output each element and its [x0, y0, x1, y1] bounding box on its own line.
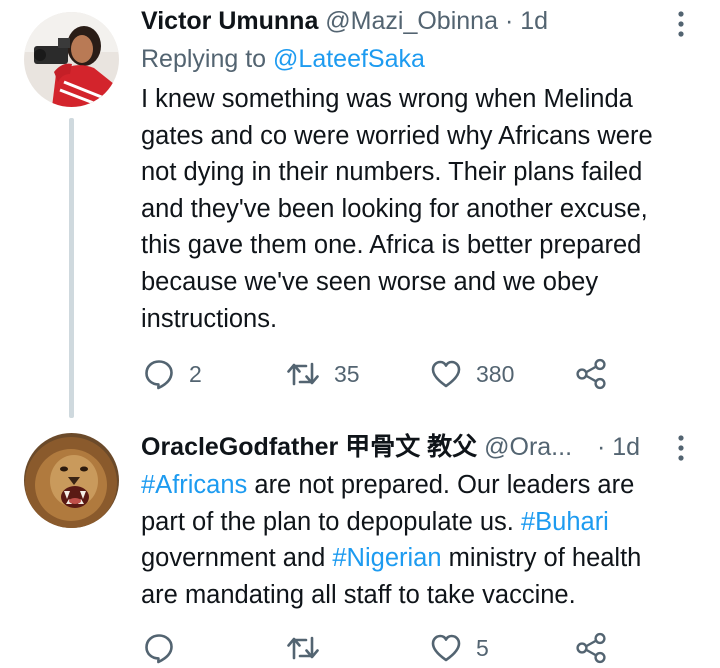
hashtag-link[interactable]: #Nigerian: [332, 544, 441, 572]
tweet-text: #Africans are not prepared. Our leaders …: [141, 467, 701, 613]
vertical-ellipsis-icon[interactable]: [677, 435, 685, 461]
lion-avatar-icon: [24, 433, 119, 528]
tweet-text-line: #Africans are not prepared. Our leaders …: [141, 467, 701, 504]
tweet-text-line: this gave them one. Africa is better pre…: [141, 231, 642, 260]
user-handle[interactable]: @Mazi_Obinna: [325, 7, 498, 35]
tweet-text-segment: ministry of health: [441, 544, 642, 573]
retweet-button[interactable]: 35: [286, 354, 360, 394]
tweet-text-segment: part of the plan to depopulate us.: [141, 507, 521, 536]
tweet-header: Victor Umunna @Mazi_Obinna · 1d: [141, 3, 680, 39]
user-handle[interactable]: @Ora...: [484, 433, 572, 461]
reply-button[interactable]: [143, 628, 189, 668]
retweet-arrows-icon: [287, 636, 319, 660]
tweet-text-line: instructions.: [141, 304, 278, 333]
hashtag-link[interactable]: #Africans: [141, 471, 247, 499]
separator-dot: ·: [504, 7, 514, 35]
retweet-count: 35: [334, 360, 360, 387]
reply-button[interactable]: 2: [143, 354, 202, 394]
tweet-text-line: part of the plan to depopulate us. #Buha…: [141, 504, 701, 541]
tweet-text-line: not dying in their numbers. Their plans …: [141, 158, 643, 187]
tweet-1[interactable]: Victor Umunna @Mazi_Obinna · 1d Replying…: [0, 0, 720, 420]
vertical-ellipsis-icon[interactable]: [677, 11, 685, 37]
tweet-text-line: I knew something was wrong when Melinda: [141, 85, 633, 113]
like-count: 5: [476, 634, 489, 661]
tweet-text-segment: government and: [141, 544, 333, 573]
display-name[interactable]: Victor Umunna: [141, 7, 318, 35]
tweet-text: I knew something was wrong when Melinda …: [141, 81, 701, 337]
like-button[interactable]: 5: [430, 628, 489, 668]
heart-outline-icon: [431, 360, 461, 388]
retweet-button[interactable]: [286, 628, 334, 668]
tweet-text-line: and they've been looking for another exc…: [141, 194, 648, 223]
tweet-header: OracleGodfather 甲骨文 教父 @Ora... · 1d: [141, 429, 680, 465]
avatar-oraclegodfather[interactable]: [24, 433, 119, 528]
hashtag-link[interactable]: #Buhari: [521, 508, 609, 536]
retweet-arrows-icon: [287, 362, 319, 386]
share-button[interactable]: [575, 628, 607, 668]
replying-to-label: Replying to: [141, 45, 267, 73]
tweet-action-bar: 2 35 380: [141, 354, 621, 394]
separator-dot: ·: [596, 433, 606, 461]
avatar-photo-icon: [24, 12, 119, 107]
display-name[interactable]: OracleGodfather 甲骨文 教父: [141, 433, 477, 461]
timestamp[interactable]: 1d: [520, 7, 548, 35]
heart-outline-icon: [431, 634, 461, 662]
tweet-text-line: are mandating all staff to take vaccine.: [141, 580, 576, 609]
tweet-text-line: gates and co were worried why Africans w…: [141, 121, 653, 150]
tweet-text-segment: are not prepared. Our leaders are: [247, 471, 635, 499]
speech-bubble-icon: [145, 360, 173, 390]
tweet-action-bar: 5: [141, 628, 621, 668]
reply-count: 2: [189, 360, 202, 387]
like-count: 380: [476, 360, 515, 387]
avatar-victor-umunna[interactable]: [24, 12, 119, 107]
tweet-text-line: government and #Nigerian ministry of hea…: [141, 540, 701, 577]
speech-bubble-icon: [145, 634, 173, 664]
tweet-2[interactable]: OracleGodfather 甲骨文 教父 @Ora... · 1d #Afr…: [0, 420, 720, 664]
like-button[interactable]: 380: [430, 354, 514, 394]
share-nodes-icon: [576, 358, 606, 390]
share-nodes-icon: [576, 632, 606, 664]
thread-connector-line: [69, 118, 74, 418]
replying-to-line: Replying to @LateefSaka: [141, 41, 425, 77]
share-button[interactable]: [575, 354, 607, 394]
replying-to-handle-link[interactable]: @LateefSaka: [273, 45, 425, 73]
tweet-text-line: because we've seen worse and we obey: [141, 267, 599, 296]
timestamp[interactable]: 1d: [612, 433, 640, 461]
